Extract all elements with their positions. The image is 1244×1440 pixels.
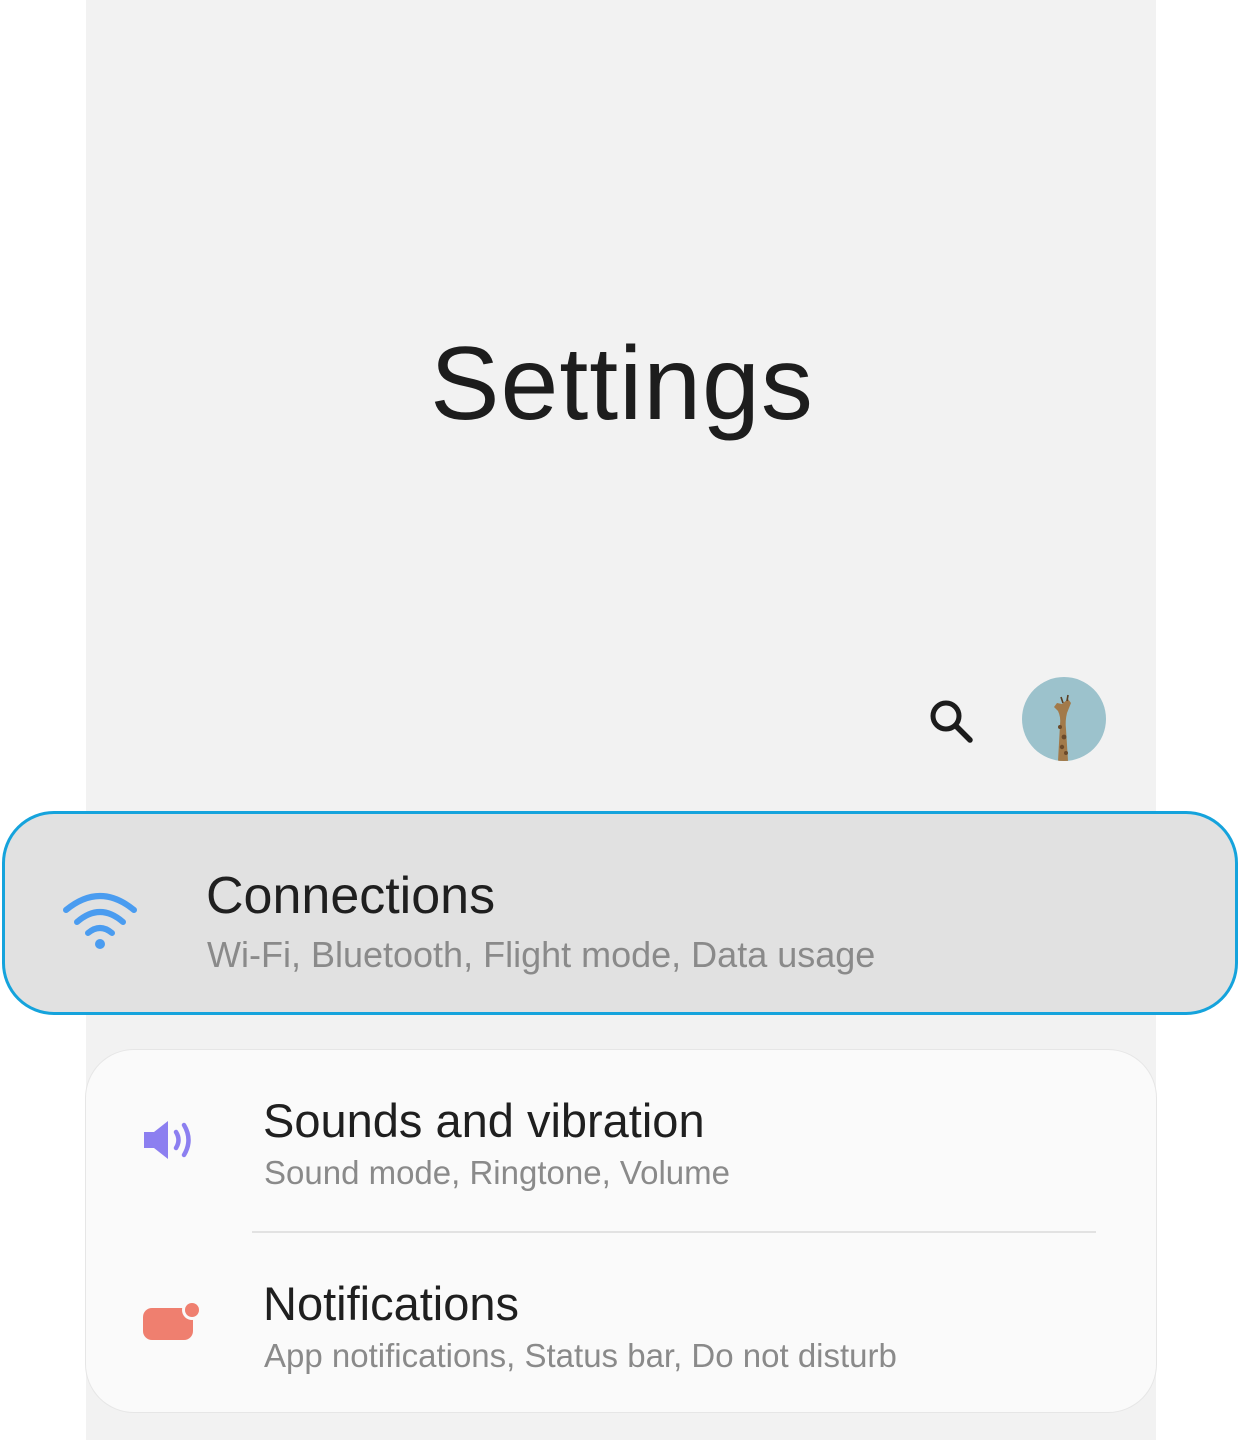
- notifications-title: Notifications: [263, 1277, 519, 1330]
- notification-icon: [140, 1299, 204, 1343]
- notifications-item[interactable]: Notifications App notifications, Status …: [86, 1233, 1156, 1412]
- volume-icon: [138, 1116, 202, 1164]
- sounds-title: Sounds and vibration: [263, 1094, 705, 1147]
- profile-avatar[interactable]: [1022, 677, 1106, 761]
- connections-subtitle: Wi-Fi, Bluetooth, Flight mode, Data usag…: [207, 934, 876, 975]
- wifi-icon: [60, 884, 140, 954]
- connections-title: Connections: [206, 867, 496, 925]
- notifications-subtitle: App notifications, Status bar, Do not di…: [264, 1337, 897, 1374]
- giraffe-avatar-icon: [1022, 677, 1106, 761]
- sounds-subtitle: Sound mode, Ringtone, Volume: [264, 1154, 730, 1191]
- page-title: Settings: [430, 326, 814, 442]
- connections-item[interactable]: Connections Wi-Fi, Bluetooth, Flight mod…: [2, 811, 1238, 1015]
- search-button[interactable]: [920, 690, 982, 752]
- sounds-item[interactable]: Sounds and vibration Sound mode, Rington…: [86, 1050, 1156, 1230]
- search-icon: [930, 700, 973, 743]
